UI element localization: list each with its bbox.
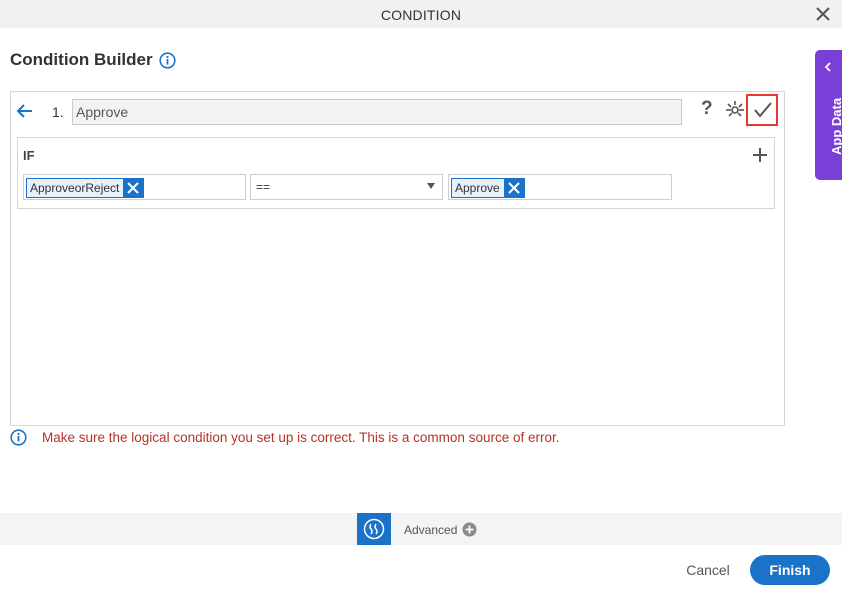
warning-message: Make sure the logical condition you set …	[42, 430, 560, 445]
close-button[interactable]	[814, 5, 832, 23]
arrow-left-icon	[16, 104, 32, 118]
advanced-button[interactable]	[357, 513, 391, 545]
if-label: IF	[23, 148, 35, 163]
advanced-label[interactable]: Advanced	[404, 523, 457, 537]
warning-info-icon	[10, 429, 27, 446]
close-icon	[127, 182, 140, 194]
info-icon	[10, 429, 27, 446]
value-token: Approve	[451, 178, 525, 198]
if-block: IF ApproveorReject == Approve	[17, 137, 775, 209]
cancel-button[interactable]: Cancel	[676, 555, 740, 585]
remove-token-button[interactable]	[123, 179, 144, 197]
bug-icon	[726, 101, 744, 117]
caret-down-icon	[427, 183, 435, 189]
plus-icon	[753, 148, 767, 162]
chevron-left-icon	[824, 62, 831, 72]
app-data-tab[interactable]: App Data	[815, 50, 842, 180]
token-label: Approve	[455, 181, 500, 195]
info-icon	[159, 52, 176, 69]
finish-button[interactable]: Finish	[750, 555, 830, 585]
app-data-label: App Data	[829, 97, 842, 155]
condition-panel: 1. ? IF ApproveorReject	[10, 91, 785, 426]
help-button[interactable]: ?	[701, 98, 715, 120]
advanced-expand-button[interactable]	[462, 522, 477, 537]
plus-circle-icon	[462, 522, 477, 537]
checkmark-icon	[754, 102, 772, 118]
condition-number: 1.	[52, 104, 64, 120]
dialog-titlebar: CONDITION	[0, 0, 842, 28]
apply-button[interactable]	[746, 94, 778, 126]
left-operand-field[interactable]: ApproveorReject	[23, 174, 246, 200]
back-button[interactable]	[16, 103, 34, 119]
close-icon	[816, 7, 830, 21]
remove-token-button[interactable]	[503, 179, 524, 197]
info-button[interactable]	[159, 52, 176, 69]
dialog-title: CONDITION	[380, 7, 462, 23]
token-label: ApproveorReject	[30, 181, 120, 195]
right-operand-field[interactable]: Approve	[448, 174, 672, 200]
variable-token: ApproveorReject	[26, 178, 145, 198]
close-icon	[507, 182, 520, 194]
operator-select[interactable]: ==	[250, 174, 443, 200]
advanced-icon	[363, 518, 385, 540]
page-title: Condition Builder	[10, 50, 153, 69]
debug-button[interactable]	[725, 99, 745, 119]
add-condition-button[interactable]	[752, 147, 768, 163]
condition-name-input[interactable]	[72, 99, 682, 125]
operator-value: ==	[256, 180, 271, 194]
